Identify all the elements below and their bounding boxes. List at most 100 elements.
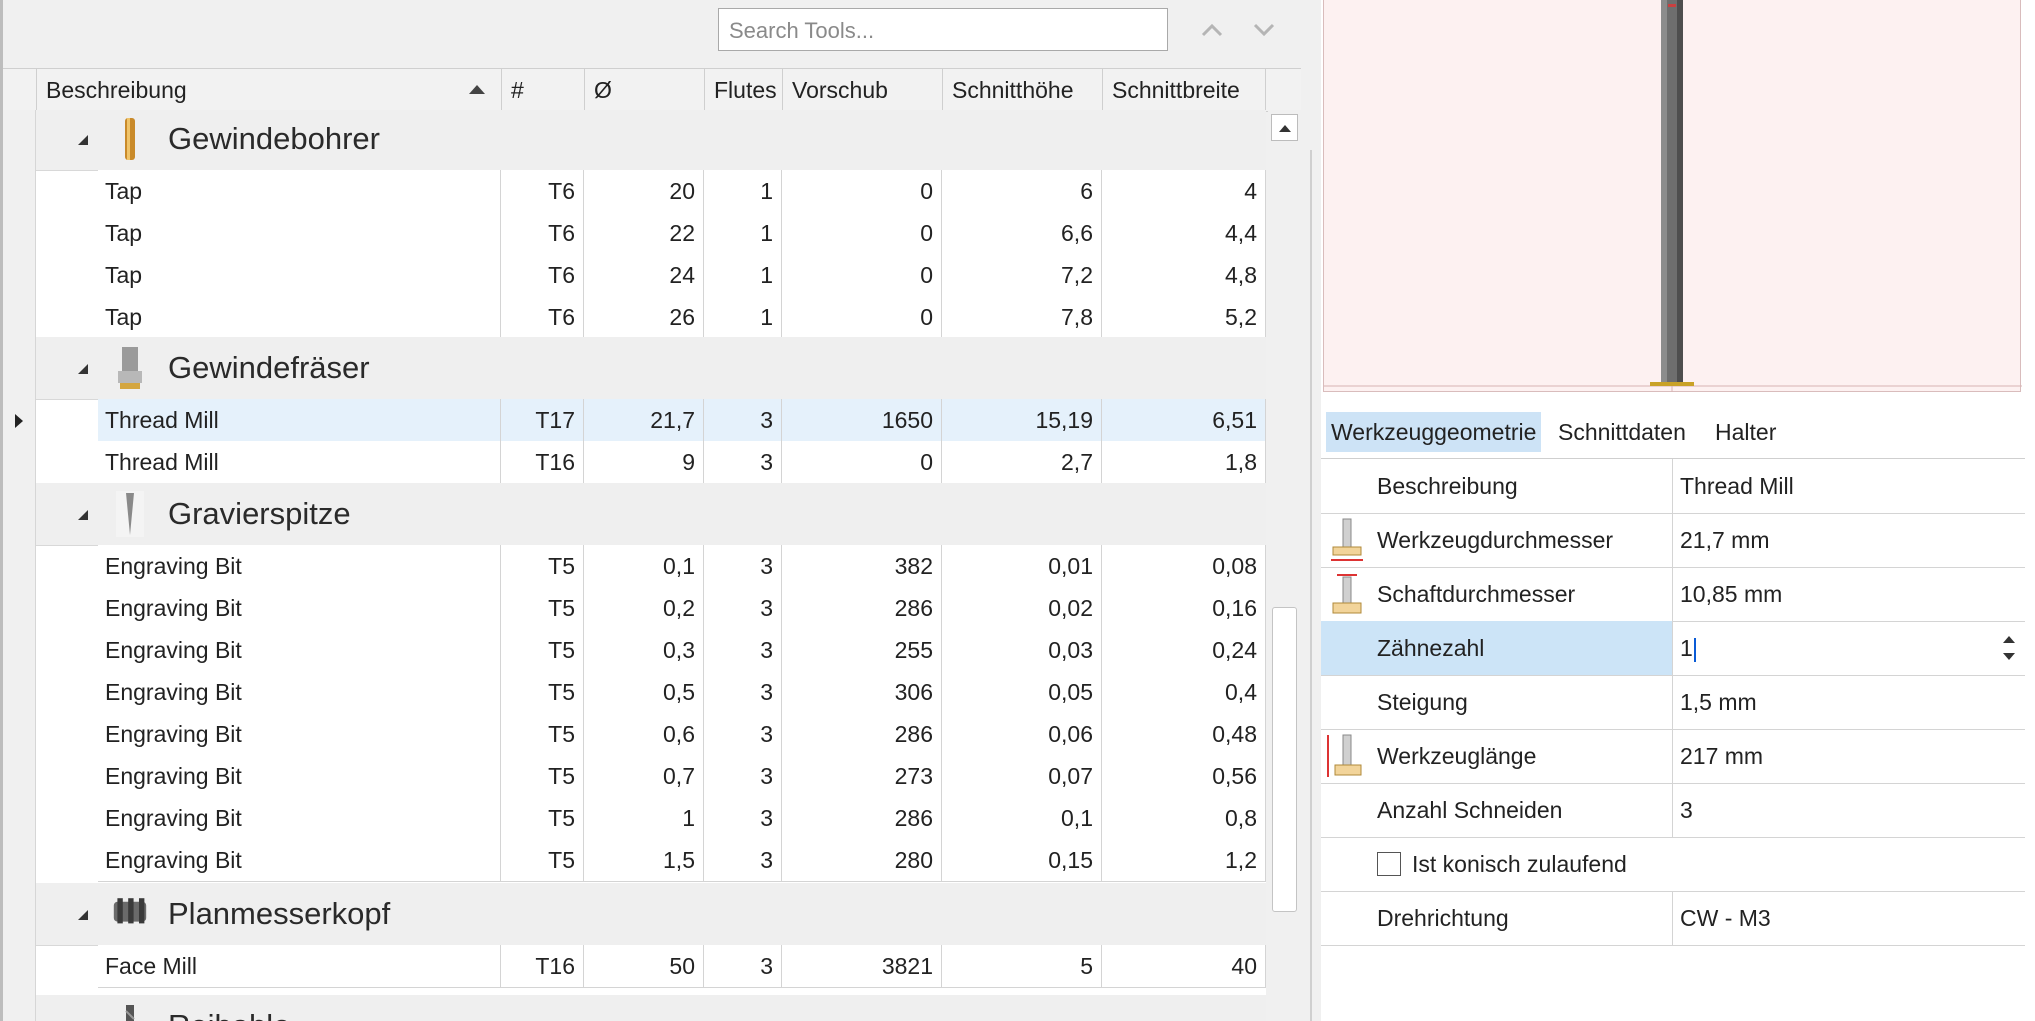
cell-[interactable]: 21,7 bbox=[584, 399, 704, 441]
property-row-steigung[interactable]: Steigung 1,5 mm bbox=[1321, 675, 2025, 730]
cell-schnitth-he[interactable]: 0,1 bbox=[942, 797, 1102, 839]
cell-schnitth-he[interactable]: 0,02 bbox=[942, 587, 1102, 629]
collapse-triangle-icon[interactable] bbox=[78, 510, 88, 520]
cell-[interactable]: 0,7 bbox=[584, 755, 704, 797]
cell-vorschub[interactable]: 3821 bbox=[782, 945, 942, 987]
tool-row[interactable]: Engraving Bit T5 0,1 3 382 0,01 0,08 bbox=[98, 545, 1266, 588]
cell-schnitth-he[interactable]: 15,19 bbox=[942, 399, 1102, 441]
cell-[interactable]: T6 bbox=[501, 254, 584, 296]
cell-[interactable]: 0,5 bbox=[584, 671, 704, 713]
cell-vorschub[interactable]: 280 bbox=[782, 839, 942, 881]
cell-flutes[interactable]: 3 bbox=[704, 945, 782, 987]
cell-vorschub[interactable]: 0 bbox=[782, 254, 942, 296]
cell-schnitth-he[interactable]: 7,2 bbox=[942, 254, 1102, 296]
cell-flutes[interactable]: 3 bbox=[704, 629, 782, 671]
cell-schnittbreite[interactable]: 1,2 bbox=[1102, 839, 1266, 881]
cell-schnittbreite[interactable]: 0,24 bbox=[1102, 629, 1266, 671]
cell-[interactable]: T6 bbox=[501, 296, 584, 338]
cell-vorschub[interactable]: 286 bbox=[782, 587, 942, 629]
collapse-triangle-icon[interactable] bbox=[78, 910, 88, 920]
property-row-werkzeuglaenge[interactable]: Werkzeuglänge 217 mm bbox=[1321, 729, 2025, 784]
property-row-schaftdurchmesser[interactable]: Schaftdurchmesser 10,85 mm bbox=[1321, 567, 2025, 622]
numeric-spinner-icon[interactable] bbox=[2001, 631, 2017, 665]
property-row-werkzeugdurchmesser[interactable]: Werkzeugdurchmesser 21,7 mm bbox=[1321, 513, 2025, 568]
cell-schnittbreite[interactable]: 5,2 bbox=[1102, 296, 1266, 338]
collapse-triangle-icon[interactable] bbox=[78, 364, 88, 374]
tab-werkzeuggeometrie[interactable]: Werkzeuggeometrie bbox=[1326, 412, 1542, 452]
cell-[interactable]: T5 bbox=[501, 797, 584, 839]
cell-schnittbreite[interactable]: 1,8 bbox=[1102, 441, 1266, 483]
cell-[interactable]: T6 bbox=[501, 212, 584, 254]
property-value[interactable]: 3 bbox=[1680, 783, 1693, 837]
cell-schnittbreite[interactable]: 0,08 bbox=[1102, 545, 1266, 587]
cell-flutes[interactable]: 3 bbox=[704, 797, 782, 839]
column-header-flutes[interactable]: Flutes bbox=[704, 69, 782, 111]
zaehnezahl-input[interactable]: 1 bbox=[1680, 621, 1696, 675]
property-value[interactable]: 21,7 mm bbox=[1680, 513, 1769, 567]
cell-[interactable]: 20 bbox=[584, 170, 704, 212]
cell-[interactable]: T5 bbox=[501, 839, 584, 881]
cell-flutes[interactable]: 3 bbox=[704, 545, 782, 587]
cell-[interactable]: T5 bbox=[501, 629, 584, 671]
cell-schnitth-he[interactable]: 5 bbox=[942, 945, 1102, 987]
cell-beschreibung[interactable]: Engraving Bit bbox=[98, 629, 501, 671]
cell-[interactable]: 9 bbox=[584, 441, 704, 483]
cell-[interactable]: 1 bbox=[584, 797, 704, 839]
column-header-schnitthoehe[interactable]: Schnitthöhe bbox=[942, 69, 1102, 111]
cell-schnittbreite[interactable]: 0,4 bbox=[1102, 671, 1266, 713]
tool-row[interactable]: Engraving Bit T5 0,5 3 306 0,05 0,4 bbox=[98, 671, 1266, 714]
cell-[interactable]: T5 bbox=[501, 755, 584, 797]
cell-schnittbreite[interactable]: 4 bbox=[1102, 170, 1266, 212]
cell-vorschub[interactable]: 0 bbox=[782, 170, 942, 212]
tool-row[interactable]: Engraving Bit T5 0,2 3 286 0,02 0,16 bbox=[98, 587, 1266, 630]
cell-schnitth-he[interactable]: 0,06 bbox=[942, 713, 1102, 755]
previous-result-button[interactable] bbox=[1194, 12, 1230, 48]
tool-row[interactable]: Tap T6 26 1 0 7,8 5,2 bbox=[98, 296, 1266, 339]
cell-vorschub[interactable]: 306 bbox=[782, 671, 942, 713]
cell-beschreibung[interactable]: Tap bbox=[98, 254, 501, 296]
cell-schnittbreite[interactable]: 40 bbox=[1102, 945, 1266, 987]
cell-beschreibung[interactable]: Engraving Bit bbox=[98, 545, 501, 587]
cell-beschreibung[interactable]: Tap bbox=[98, 212, 501, 254]
group-row-gewindefräser[interactable]: Gewindefräser bbox=[36, 337, 1266, 400]
cell-[interactable]: T16 bbox=[501, 441, 584, 483]
cell-schnitth-he[interactable]: 0,03 bbox=[942, 629, 1102, 671]
tool-row[interactable]: Tap T6 24 1 0 7,2 4,8 bbox=[98, 254, 1266, 297]
cell-vorschub[interactable]: 1650 bbox=[782, 399, 942, 441]
tool-row[interactable]: Engraving Bit T5 1,5 3 280 0,15 1,2 bbox=[98, 839, 1266, 882]
cell-beschreibung[interactable]: Thread Mill bbox=[98, 399, 501, 441]
column-header-beschreibung[interactable]: Beschreibung bbox=[36, 69, 501, 111]
cell-[interactable]: T5 bbox=[501, 587, 584, 629]
cell-flutes[interactable]: 3 bbox=[704, 713, 782, 755]
cell-flutes[interactable]: 3 bbox=[704, 755, 782, 797]
cell-beschreibung[interactable]: Engraving Bit bbox=[98, 587, 501, 629]
cell-[interactable]: 0,1 bbox=[584, 545, 704, 587]
cell-flutes[interactable]: 1 bbox=[704, 254, 782, 296]
cell-vorschub[interactable]: 273 bbox=[782, 755, 942, 797]
pane-splitter[interactable] bbox=[1301, 0, 1321, 1021]
cell-beschreibung[interactable]: Face Mill bbox=[98, 945, 501, 987]
cell-[interactable]: T17 bbox=[501, 399, 584, 441]
tool-row[interactable]: Thread Mill T17 21,7 3 1650 15,19 6,51 bbox=[98, 399, 1266, 442]
tool-row[interactable]: Thread Mill T16 9 3 0 2,7 1,8 bbox=[98, 441, 1266, 484]
property-value[interactable]: CW - M3 bbox=[1680, 891, 1771, 945]
cell-beschreibung[interactable]: Tap bbox=[98, 296, 501, 338]
tool-row[interactable]: Tap T6 22 1 0 6,6 4,4 bbox=[98, 212, 1266, 255]
column-header-diameter[interactable]: Ø bbox=[584, 69, 704, 111]
collapse-triangle-icon[interactable] bbox=[78, 135, 88, 145]
cell-flutes[interactable]: 3 bbox=[704, 441, 782, 483]
cell-vorschub[interactable]: 0 bbox=[782, 212, 942, 254]
cell-schnittbreite[interactable]: 4,8 bbox=[1102, 254, 1266, 296]
property-row-beschreibung[interactable]: Beschreibung Thread Mill bbox=[1321, 459, 2025, 514]
cell-flutes[interactable]: 1 bbox=[704, 170, 782, 212]
cell-vorschub[interactable]: 255 bbox=[782, 629, 942, 671]
cell-beschreibung[interactable]: Engraving Bit bbox=[98, 839, 501, 881]
cell-beschreibung[interactable]: Engraving Bit bbox=[98, 755, 501, 797]
cell-schnittbreite[interactable]: 0,8 bbox=[1102, 797, 1266, 839]
cell-schnittbreite[interactable]: 0,48 bbox=[1102, 713, 1266, 755]
property-value[interactable]: 10,85 mm bbox=[1680, 567, 1782, 621]
cell-vorschub[interactable]: 286 bbox=[782, 713, 942, 755]
property-row-drehrichtung[interactable]: Drehrichtung CW - M3 bbox=[1321, 891, 2025, 946]
tapered-checkbox-label[interactable]: Ist konisch zulaufend bbox=[1412, 837, 1627, 891]
column-header-schnittbreite[interactable]: Schnittbreite bbox=[1102, 69, 1265, 111]
